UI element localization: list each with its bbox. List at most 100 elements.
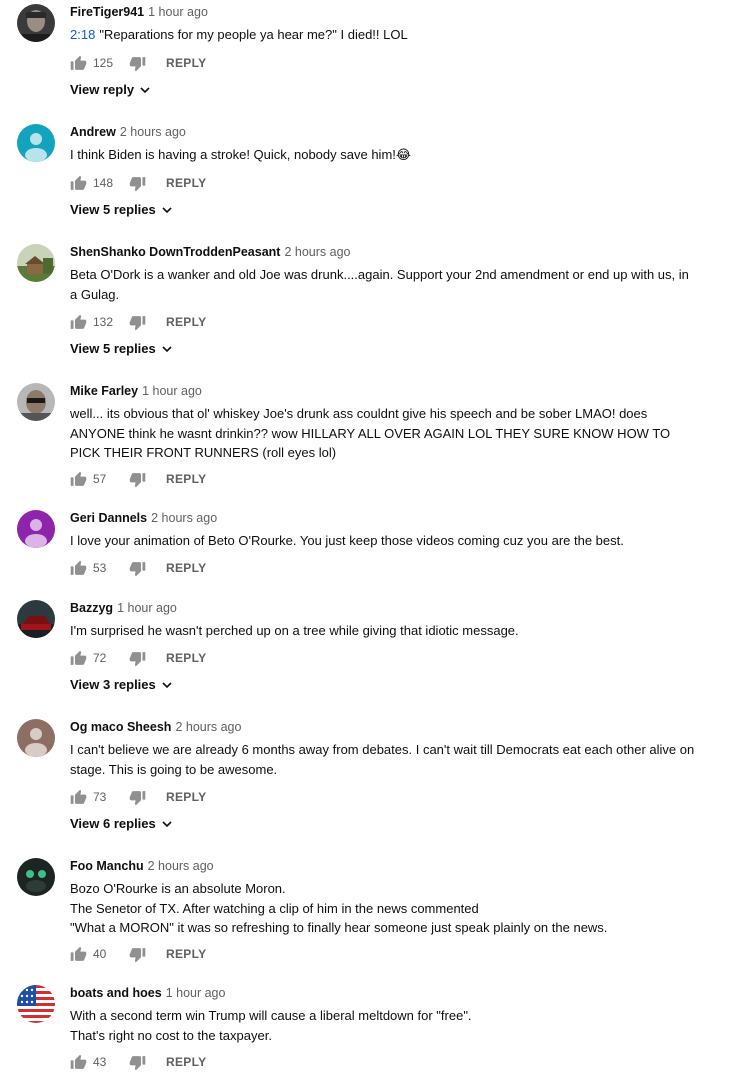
author-name[interactable]: Mike Farley [70,384,138,398]
chevron-down-icon [162,205,172,215]
author-name[interactable]: boats and hoes [70,986,162,1000]
view-replies-button[interactable]: View 6 replies [70,816,172,831]
comment-text-line: "What a MORON" it was so refreshing to f… [70,920,608,935]
comment-text: I'm surprised he wasn't perched up on a … [70,623,519,638]
author-name[interactable]: Andrew [70,125,116,139]
like-count: 73 [93,790,107,804]
thumb-down-icon[interactable] [129,560,146,577]
comment-header: ShenShanko DownTroddenPeasant 2 hours ago [70,244,696,260]
comment-header: Bazzyg 1 hour ago [70,600,696,616]
author-name[interactable]: Og maco Sheesh [70,720,171,734]
man-sunglasses-avatar-icon [17,383,55,421]
view-replies-button[interactable]: View 5 replies [70,202,172,217]
view-replies-label: View 5 replies [70,202,156,217]
comment-time[interactable]: 1 hour ago [142,384,202,398]
thumb-up-icon[interactable] [70,560,87,577]
like-count: 43 [93,1055,107,1069]
thumb-down-icon[interactable] [129,789,146,806]
author-avatar[interactable] [17,383,55,421]
view-replies-label: View 6 replies [70,816,156,831]
comment-time[interactable]: 1 hour ago [117,601,177,615]
reply-button[interactable]: REPLY [166,790,206,804]
thumb-down-icon[interactable] [129,650,146,667]
comment-text-line: The Senetor of TX. After watching a clip… [70,900,479,916]
thumb-up-icon[interactable] [70,789,87,806]
author-name[interactable]: Geri Dannels [70,511,147,525]
author-avatar[interactable] [17,4,55,42]
thumb-up-icon[interactable] [70,1054,87,1071]
like-count: 40 [93,947,107,961]
author-name[interactable]: FireTiger941 [70,5,144,19]
comment-actions: 72 REPLY [70,648,206,668]
thumb-down-icon[interactable] [129,55,146,72]
author-name[interactable]: Foo Manchu [70,859,144,873]
reply-button[interactable]: REPLY [166,1055,206,1069]
comment-actions: 73 REPLY [70,787,206,807]
like-count: 53 [93,561,107,575]
comment-time[interactable]: 2 hours ago [284,245,350,259]
comment-time[interactable]: 2 hours ago [175,720,241,734]
thumb-down-icon[interactable] [129,175,146,192]
reply-button[interactable]: REPLY [166,651,206,665]
comment-header: Mike Farley 1 hour ago [70,383,696,399]
thumb-up-icon[interactable] [70,471,87,488]
thumb-down-icon[interactable] [129,1054,146,1071]
reply-button[interactable]: REPLY [166,561,206,575]
author-name[interactable]: Bazzyg [70,601,113,615]
chevron-down-icon [162,680,172,690]
comment-time[interactable]: 2 hours ago [120,125,186,139]
comment-header: Og maco Sheesh 2 hours ago [70,719,696,735]
thumb-up-icon[interactable] [70,175,87,192]
author-avatar[interactable] [17,985,55,1023]
author-name[interactable]: ShenShanko DownTroddenPeasant [70,245,280,259]
comment-actions: 53 REPLY [70,558,206,578]
comment-actions: 40 REPLY [70,944,206,964]
thumb-down-icon[interactable] [129,946,146,963]
like-count: 57 [93,472,107,486]
thumb-up-icon[interactable] [70,55,87,72]
view-replies-button[interactable]: View reply [70,82,150,97]
comment-text-line: Bozo O'Rourke is an absolute Moron. [70,881,286,896]
reply-button[interactable]: REPLY [166,315,206,329]
man-portrait-avatar-icon [17,4,55,42]
thumb-down-icon[interactable] [129,471,146,488]
thumb-up-icon[interactable] [70,946,87,963]
view-replies-button[interactable]: View 3 replies [70,677,172,692]
view-replies-label: View 5 replies [70,341,156,356]
comment-time[interactable]: 2 hours ago [151,511,217,525]
author-avatar[interactable] [17,600,55,638]
comment-actions: 125 REPLY [70,53,206,73]
comment-actions: 132 REPLY [70,312,206,332]
comment-time[interactable]: 1 hour ago [166,986,226,1000]
thumb-down-icon[interactable] [129,314,146,331]
reply-button[interactable]: REPLY [166,472,206,486]
reply-button[interactable]: REPLY [166,56,206,70]
like-count: 125 [93,56,114,70]
comment-text-line: With a second term win Trump will cause … [70,1008,472,1023]
author-avatar[interactable] [17,719,55,757]
default-user-avatar-icon [17,510,55,548]
comment-actions: 57 REPLY [70,469,206,489]
thumb-up-icon[interactable] [70,314,87,331]
comment-header: Geri Dannels 2 hours ago [70,510,696,526]
author-avatar[interactable] [17,124,55,162]
reply-button[interactable]: REPLY [166,176,206,190]
author-avatar[interactable] [17,858,55,896]
dark-creature-avatar-icon [17,858,55,896]
author-avatar[interactable] [17,244,55,282]
comment-time[interactable]: 1 hour ago [148,5,208,19]
view-replies-button[interactable]: View 5 replies [70,341,172,356]
like-count: 72 [93,651,107,665]
author-avatar[interactable] [17,510,55,548]
comment-text: 2:18 "Reparations for my people ya hear m… [70,25,696,45]
video-timestamp-link[interactable]: 2:18 [70,27,95,42]
reply-button[interactable]: REPLY [166,947,206,961]
view-replies-label: View reply [70,82,135,97]
chevron-down-icon [162,344,172,354]
comment-time[interactable]: 2 hours ago [148,859,214,873]
comment-header: Andrew 2 hours ago [70,124,696,140]
thumb-up-icon[interactable] [70,650,87,667]
default-user-avatar-icon [17,719,55,757]
chevron-down-icon [162,819,172,829]
comment-text-content: "Reparations for my people ya hear me?" … [99,27,408,42]
